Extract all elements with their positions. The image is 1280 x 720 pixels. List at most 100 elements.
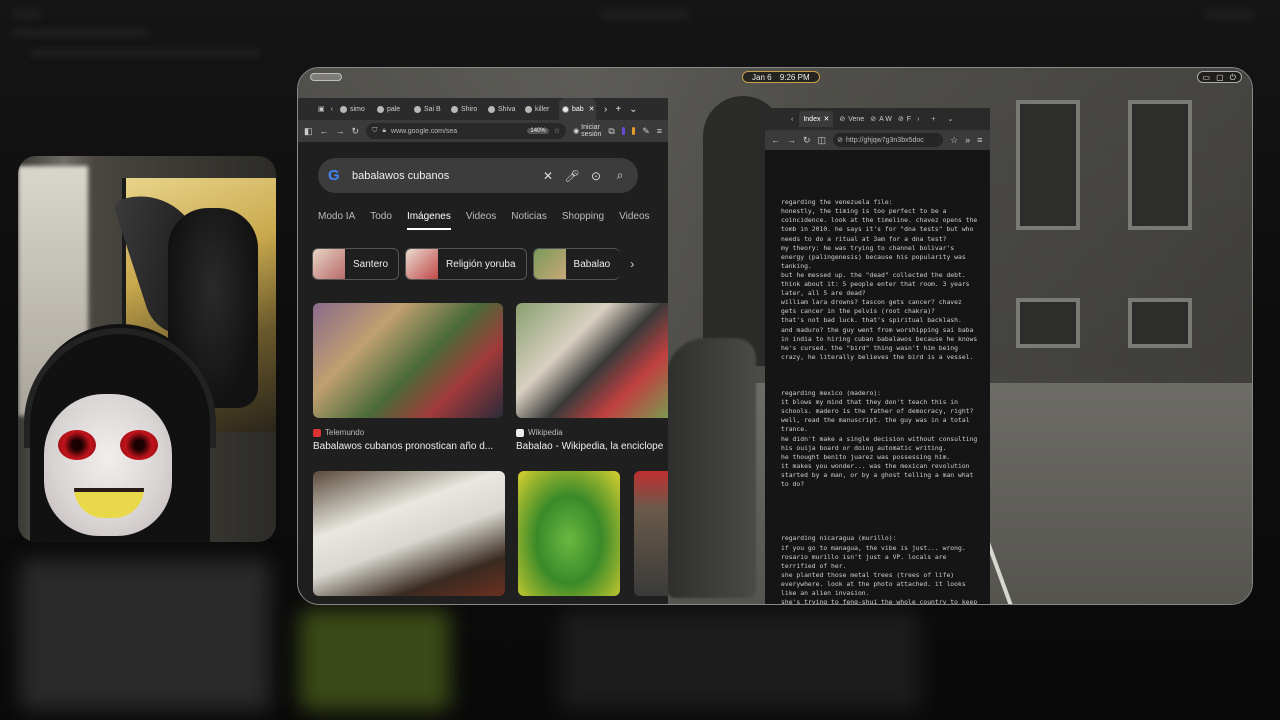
- power-icon[interactable]: ⏻: [1230, 72, 1236, 82]
- webcam-overlay: [18, 156, 276, 542]
- wallpaper-figure: [666, 338, 756, 598]
- tor-tabs: Index ✕ ⊘ Vene ⊘ A W ⊘ F: [799, 111, 911, 127]
- close-tab-icon[interactable]: ✕: [589, 105, 595, 113]
- result-thumbnail[interactable]: [518, 471, 620, 596]
- clear-icon[interactable]: ✕: [540, 169, 556, 183]
- search-input[interactable]: babalawos cubanos: [352, 170, 532, 182]
- result-caption[interactable]: Babalao - Wikipedia, la enciclope: [516, 441, 668, 452]
- site-info-icon[interactable]: ⛉: [372, 127, 377, 135]
- tor-browser-window: ‹ Index ✕ ⊘ Vene ⊘ A W ⊘ F › + ⌄ ← → ↻ ◫ ⊘ http…: [765, 108, 990, 604]
- image-result[interactable]: Telemundo Babalawos cubanos pronostican …: [313, 303, 503, 452]
- mask-left-eye: [58, 430, 96, 460]
- back-icon[interactable]: ←: [320, 126, 329, 136]
- tab-page-icon: ⊘: [897, 116, 904, 123]
- clock[interactable]: Jan 6 9:26 PM: [742, 71, 820, 83]
- onion-icon[interactable]: ◫: [818, 135, 827, 146]
- reload-icon[interactable]: ↻: [803, 135, 811, 146]
- chrome-tab[interactable]: simo: [337, 98, 374, 120]
- search-nav-tab[interactable]: Shopping: [562, 211, 604, 230]
- chip-religion-yoruba[interactable]: Religión yoruba: [405, 248, 527, 280]
- google-g-icon: G: [328, 167, 340, 184]
- search-nav-tab[interactable]: Todo: [370, 211, 392, 230]
- favicon-icon: [487, 105, 495, 113]
- search-icon[interactable]: ⌕: [612, 168, 628, 183]
- menu-icon[interactable]: ≡: [977, 135, 982, 145]
- reload-icon[interactable]: ↻: [352, 126, 360, 137]
- image-result[interactable]: Wikipedia Babalao - Wikipedia, la encicl…: [516, 303, 668, 452]
- result-thumbnail[interactable]: [313, 303, 503, 418]
- tor-tab[interactable]: Index ✕: [799, 111, 834, 127]
- zoom-badge[interactable]: 140%: [527, 128, 549, 134]
- forward-icon[interactable]: →: [787, 135, 796, 145]
- chrome-tab[interactable]: killer: [522, 98, 559, 120]
- chrome-tab[interactable]: bab ✕: [558, 98, 596, 120]
- extension-icon[interactable]: [621, 127, 626, 135]
- result-thumbnail[interactable]: [516, 303, 668, 418]
- search-nav-tab[interactable]: Videos: [619, 211, 649, 230]
- chrome-tab[interactable]: Sai B: [411, 98, 448, 120]
- backdrop-blur-element: [30, 48, 260, 58]
- result-caption[interactable]: Babalawos cubanos pronostican año d...: [313, 441, 503, 452]
- chrome-tab[interactable]: Shiva: [485, 98, 522, 120]
- lock-icon[interactable]: ▢: [1216, 72, 1224, 82]
- tor-tab[interactable]: ⊘ A W: [870, 111, 892, 127]
- image-result[interactable]: [634, 471, 668, 596]
- star-icon[interactable]: ☆: [950, 135, 958, 146]
- close-tab-icon[interactable]: ✕: [823, 115, 829, 123]
- pencil-icon[interactable]: ✎: [642, 126, 650, 137]
- tor-tab[interactable]: ⊘ Vene: [839, 111, 864, 127]
- workspace-indicator[interactable]: [310, 73, 342, 81]
- backdrop-blur-element: [10, 28, 150, 38]
- tor-tab[interactable]: ⊘ F: [898, 111, 911, 127]
- search-nav-tab[interactable]: Imágenes: [406, 211, 451, 230]
- sign-in-label: Iniciar sesión: [581, 124, 602, 138]
- new-tab-icon[interactable]: +: [615, 104, 621, 115]
- extension-icon[interactable]: [632, 127, 636, 135]
- image-result[interactable]: [313, 471, 505, 596]
- result-source-label: Telemundo: [325, 428, 365, 437]
- search-nav-tab[interactable]: Noticias: [511, 211, 547, 230]
- new-tab-icon[interactable]: +: [931, 116, 935, 123]
- chip-santero[interactable]: Santero: [312, 248, 400, 280]
- tab-page-icon: ⊘: [839, 116, 846, 123]
- chevron-down-icon[interactable]: ⌄: [629, 104, 637, 115]
- chrome-tab[interactable]: Shiro: [448, 98, 485, 120]
- search-nav-tabs: Modo IA Todo Imágenes Videos Noticias Shoppin…: [318, 211, 650, 230]
- chevron-right-icon[interactable]: ›: [630, 257, 634, 271]
- sidebar-icon[interactable]: ◧: [304, 126, 313, 137]
- overflow-icon[interactable]: »: [965, 135, 970, 145]
- result-source[interactable]: Wikipedia: [516, 428, 668, 437]
- camera-search-icon[interactable]: ⊙: [588, 169, 604, 183]
- favicon-icon: [339, 105, 347, 113]
- tab-label: simo: [349, 105, 365, 113]
- microphone-icon[interactable]: 🎤︎: [564, 169, 580, 183]
- tabs-scroll-left-icon[interactable]: ‹: [331, 106, 333, 113]
- star-icon[interactable]: ☆: [554, 127, 560, 135]
- chip-label: Babalao: [573, 258, 611, 270]
- search-nav-tab[interactable]: Videos: [466, 211, 496, 230]
- result-thumbnail[interactable]: [634, 471, 668, 596]
- sign-in-button[interactable]: ◉ Iniciar sesión: [573, 124, 601, 138]
- forward-icon[interactable]: →: [336, 126, 345, 136]
- extensions-puzzle-icon[interactable]: ⧉: [608, 126, 614, 137]
- search-nav-tab[interactable]: Modo IA: [318, 211, 355, 230]
- google-search-box[interactable]: G babalawos cubanos ✕ 🎤︎ ⊙ ⌕: [318, 158, 638, 193]
- screen-icon[interactable]: ▭: [1203, 72, 1211, 82]
- url-text: www.google.com/sea: [391, 127, 458, 135]
- tabs-scroll-left-icon[interactable]: ‹: [791, 116, 793, 123]
- result-thumbnail[interactable]: [313, 471, 505, 596]
- chip-babalao[interactable]: Babalao: [532, 248, 621, 280]
- menu-icon[interactable]: ≡: [657, 126, 662, 136]
- chrome-tab[interactable]: pale: [374, 98, 411, 120]
- tabs-scroll-right-icon[interactable]: ›: [604, 104, 607, 115]
- image-result[interactable]: [518, 471, 620, 596]
- tabs-scroll-right-icon[interactable]: ›: [917, 116, 919, 123]
- address-bar[interactable]: ⛉ 🔒︎ www.google.com/sea 140% ☆: [366, 123, 567, 139]
- chip-label: Santero: [353, 258, 389, 270]
- back-icon[interactable]: ←: [771, 135, 780, 145]
- tab-search-icon[interactable]: ▣: [318, 105, 325, 113]
- clock-time: 9:26 PM: [779, 73, 810, 82]
- address-bar[interactable]: ⊘ http://ghjqw7g3n3bx5doc: [833, 133, 944, 147]
- result-source[interactable]: Telemundo: [313, 428, 503, 437]
- chevron-down-icon[interactable]: ⌄: [948, 115, 954, 123]
